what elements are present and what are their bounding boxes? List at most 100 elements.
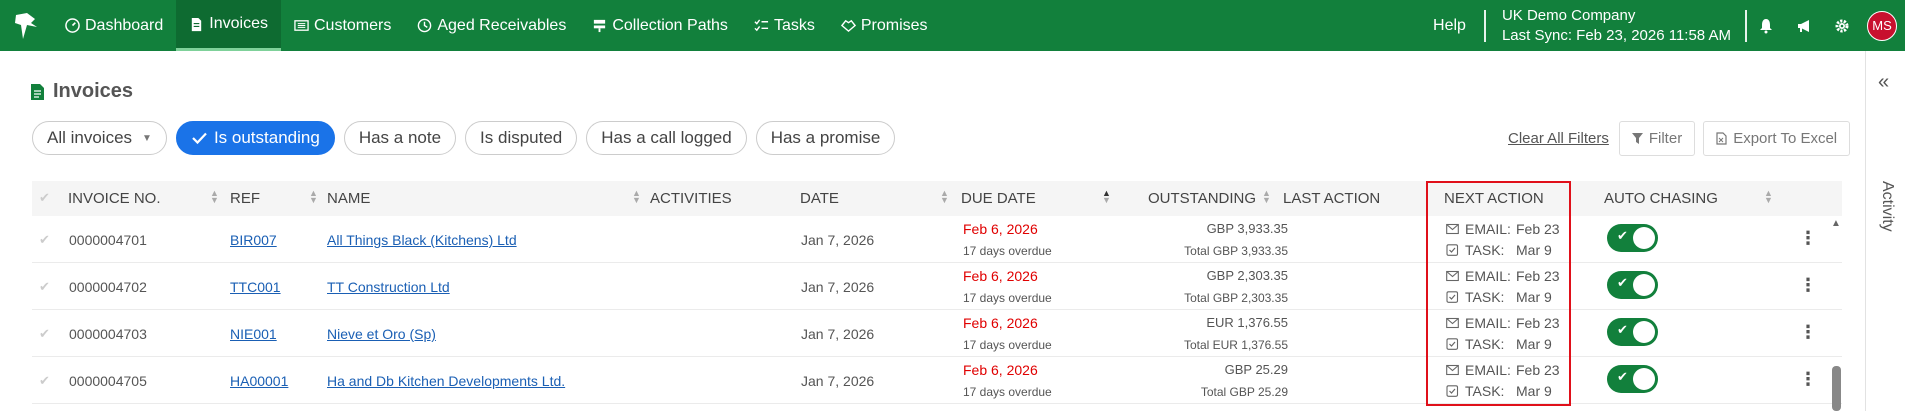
overdue-text: 17 days overdue bbox=[963, 244, 1052, 258]
app-logo-icon[interactable] bbox=[0, 0, 52, 51]
row-checkbox[interactable]: ✔ bbox=[39, 373, 50, 389]
chip-label: Is outstanding bbox=[213, 128, 320, 147]
toggle-knob bbox=[1633, 274, 1655, 296]
col-ref[interactable]: REF bbox=[230, 190, 260, 207]
task-date: Mar 9 bbox=[1516, 288, 1552, 305]
chip-has-a-promise[interactable]: Has a promise bbox=[755, 121, 896, 155]
ref-link[interactable]: TTC001 bbox=[230, 279, 281, 295]
task-label: TASK: bbox=[1465, 382, 1505, 399]
gear-icon bbox=[1835, 19, 1849, 32]
col-name[interactable]: NAME bbox=[327, 190, 370, 207]
nav-aged-receivables[interactable]: Aged Receivables bbox=[404, 0, 579, 51]
next-action-task: TASK: Mar 9 bbox=[1446, 286, 1560, 307]
outstanding-total: Total GBP 3,933.35 bbox=[1184, 244, 1288, 258]
filter-button[interactable]: Filter bbox=[1618, 121, 1696, 156]
document-icon bbox=[192, 17, 202, 31]
email-date: Feb 23 bbox=[1516, 220, 1560, 237]
next-action: EMAIL: Feb 23 TASK: Mar 9 bbox=[1446, 312, 1560, 354]
row-menu-icon[interactable]: ⋮ bbox=[1799, 275, 1817, 296]
invoice-date: Jan 7, 2026 bbox=[801, 279, 875, 295]
col-invoice-no[interactable]: INVOICE NO. bbox=[68, 190, 161, 207]
next-action-email: EMAIL: Feb 23 bbox=[1446, 218, 1560, 239]
nav-customers[interactable]: Customers bbox=[281, 0, 404, 51]
email-label: EMAIL: bbox=[1465, 267, 1511, 284]
ref-link[interactable]: HA00001 bbox=[230, 373, 288, 389]
customer-name-link[interactable]: All Things Black (Kitchens) Ltd bbox=[327, 232, 517, 248]
select-all-checkbox[interactable]: ✔ bbox=[39, 190, 50, 206]
ref-link[interactable]: BIR007 bbox=[230, 232, 277, 248]
row-menu-icon[interactable]: ⋮ bbox=[1799, 228, 1817, 249]
row-checkbox[interactable]: ✔ bbox=[39, 279, 50, 295]
chip-is-disputed[interactable]: Is disputed bbox=[465, 121, 578, 155]
divider bbox=[1483, 9, 1486, 42]
nav-promises[interactable]: Promises bbox=[828, 0, 941, 51]
overdue-text: 17 days overdue bbox=[963, 385, 1052, 399]
table-row[interactable]: ✔ 0000004702 TTC001 TT Construction Ltd … bbox=[32, 263, 1842, 310]
table-row[interactable]: ✔ 0000004705 HA00001 Ha and Db Kitchen D… bbox=[32, 357, 1842, 404]
export-to-excel-button[interactable]: Export To Excel bbox=[1703, 121, 1851, 156]
customer-name-link[interactable]: TT Construction Ltd bbox=[327, 279, 450, 295]
activity-panel-label[interactable]: Activity bbox=[1878, 181, 1896, 232]
sort-icon[interactable]: ▲ ▼ bbox=[1764, 189, 1773, 205]
nav-dashboard[interactable]: Dashboard bbox=[52, 0, 176, 51]
chip-has-a-note[interactable]: Has a note bbox=[343, 121, 457, 155]
auto-chasing-toggle[interactable]: ✔ bbox=[1607, 271, 1658, 299]
row-checkbox[interactable]: ✔ bbox=[39, 232, 50, 248]
outstanding-total: Total GBP 2,303.35 bbox=[1184, 291, 1288, 305]
auto-chasing-toggle[interactable]: ✔ bbox=[1607, 224, 1658, 252]
col-date[interactable]: DATE bbox=[800, 190, 839, 207]
customer-name-link[interactable]: Ha and Db Kitchen Developments Ltd. bbox=[327, 373, 565, 389]
chip-label: Has a promise bbox=[770, 128, 881, 147]
sort-icon[interactable]: ▲ ▼ bbox=[1262, 189, 1271, 205]
col-outstanding[interactable]: OUTSTANDING bbox=[1148, 190, 1256, 207]
user-avatar[interactable]: MS bbox=[1867, 10, 1897, 41]
next-action-email: EMAIL: Feb 23 bbox=[1446, 359, 1560, 380]
chip-has-a-call-logged[interactable]: Has a call logged bbox=[586, 121, 747, 155]
sort-icon[interactable]: ▲ ▼ bbox=[632, 189, 641, 205]
nav-invoices[interactable]: Invoices bbox=[176, 0, 281, 51]
company-switcher[interactable]: UK Demo Company Last Sync: Feb 23, 2026 … bbox=[1486, 6, 1745, 46]
next-action: EMAIL: Feb 23 TASK: Mar 9 bbox=[1446, 218, 1560, 260]
invoice-date: Jan 7, 2026 bbox=[801, 232, 875, 248]
due-date: Feb 6, 2026 bbox=[963, 268, 1038, 284]
chip-label: Has a call logged bbox=[601, 128, 732, 147]
clear-all-filters-link[interactable]: Clear All Filters bbox=[1508, 130, 1609, 147]
scroll-up-icon[interactable]: ▲ bbox=[1831, 218, 1841, 229]
envelope-icon bbox=[1446, 270, 1459, 281]
table-scrollbar[interactable]: ▲ bbox=[1830, 216, 1842, 411]
ref-link[interactable]: NIE001 bbox=[230, 326, 277, 342]
customer-name-link[interactable]: Nieve et Oro (Sp) bbox=[327, 326, 436, 342]
invoice-scope-dropdown[interactable]: All invoices ▼ bbox=[32, 121, 167, 155]
help-link[interactable]: Help bbox=[1433, 17, 1484, 35]
email-label: EMAIL: bbox=[1465, 220, 1511, 237]
auto-chasing-toggle[interactable]: ✔ bbox=[1607, 318, 1658, 346]
handshake-icon bbox=[840, 19, 856, 33]
table-row[interactable]: ✔ 0000004701 BIR007 All Things Black (Ki… bbox=[32, 216, 1842, 263]
collapse-panel-icon[interactable]: « bbox=[1878, 71, 1889, 94]
row-menu-icon[interactable]: ⋮ bbox=[1799, 369, 1817, 390]
sort-icon[interactable]: ▲ ▼ bbox=[940, 189, 949, 205]
company-name: UK Demo Company bbox=[1501, 6, 1636, 24]
table-row[interactable]: ✔ 0000004703 NIE001 Nieve et Oro (Sp) Ja… bbox=[32, 310, 1842, 357]
auto-chasing-toggle[interactable]: ✔ bbox=[1607, 365, 1658, 393]
outstanding-amount: GBP 2,303.35 bbox=[1206, 268, 1288, 283]
col-due-date[interactable]: DUE DATE bbox=[961, 190, 1036, 207]
row-checkbox[interactable]: ✔ bbox=[39, 326, 50, 342]
sort-ascending-icon[interactable]: ▲ ▼ bbox=[1102, 189, 1111, 205]
signpost-icon bbox=[594, 19, 606, 33]
sort-icon[interactable]: ▲ ▼ bbox=[210, 189, 219, 205]
settings-button[interactable] bbox=[1823, 18, 1861, 34]
next-action-task: TASK: Mar 9 bbox=[1446, 333, 1560, 354]
row-menu-icon[interactable]: ⋮ bbox=[1799, 322, 1817, 343]
next-action-email: EMAIL: Feb 23 bbox=[1446, 265, 1560, 286]
notifications-button[interactable] bbox=[1747, 18, 1785, 34]
chip-is-outstanding[interactable]: Is outstanding bbox=[175, 121, 335, 155]
scrollbar-thumb[interactable] bbox=[1832, 366, 1841, 411]
announcements-button[interactable] bbox=[1785, 18, 1823, 34]
invoice-date: Jan 7, 2026 bbox=[801, 326, 875, 342]
main-nav: Dashboard Invoices Customers Aged Receiv… bbox=[52, 0, 941, 51]
nav-collection-paths[interactable]: Collection Paths bbox=[579, 0, 741, 51]
col-activities: ACTIVITIES bbox=[650, 190, 732, 207]
nav-tasks[interactable]: Tasks bbox=[741, 0, 828, 51]
sort-icon[interactable]: ▲ ▼ bbox=[309, 189, 318, 205]
